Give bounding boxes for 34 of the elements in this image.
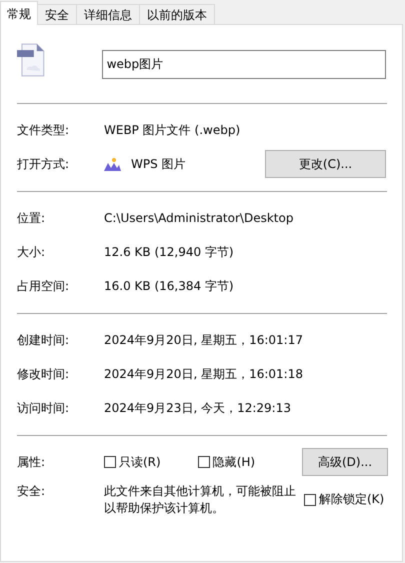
checkbox[interactable] — [104, 456, 116, 468]
checkbox-label[interactable]: 隐藏(H) — [212, 454, 256, 470]
field-value: 2024年9月20日, 星期五，16:01:18 — [104, 366, 304, 382]
field-label: 安全: — [17, 483, 46, 500]
change-button[interactable]: 更改(C)... — [265, 150, 386, 178]
field-label: 打开方式: — [17, 156, 70, 172]
checkbox-label[interactable]: 解除锁定(K) — [319, 491, 384, 508]
tab[interactable]: 以前的版本 — [139, 4, 215, 24]
field-value: WEBP 图片文件 (.webp) — [104, 122, 242, 138]
tab[interactable]: 安全 — [37, 4, 77, 24]
security-message: 此文件来自其他计算机，可能被阻止以帮助保护该计算机。 — [104, 483, 297, 517]
tab[interactable]: 详细信息 — [76, 4, 140, 24]
file-name-field[interactable]: webp图片 — [102, 50, 386, 78]
field-label: 属性: — [17, 454, 46, 470]
field-value: C:\Users\Administrator\Desktop — [104, 211, 294, 225]
field-label: 大小: — [17, 244, 46, 260]
field-value: 16.0 KB (16,384 字节) — [104, 278, 235, 294]
field-value: 12.6 KB (12,940 字节) — [104, 244, 235, 260]
app-name: WPS 图片 — [131, 156, 186, 172]
field-label: 访问时间: — [17, 400, 70, 416]
checkbox[interactable] — [304, 494, 316, 506]
field-value: 2024年9月23日, 今天，12:29:13 — [104, 400, 292, 416]
field-value: 2024年9月20日, 星期五，16:01:17 — [104, 332, 304, 348]
file-icon — [17, 43, 47, 77]
field-label: 占用空间: — [17, 278, 70, 294]
tab[interactable]: 常规 — [0, 1, 38, 25]
field-label: 修改时间: — [17, 366, 70, 382]
advanced-button[interactable]: 高级(D)... — [302, 448, 388, 476]
checkbox-label[interactable]: 只读(R) — [119, 454, 161, 470]
field-label: 位置: — [17, 210, 46, 226]
checkbox[interactable] — [198, 456, 210, 468]
field-label: 文件类型: — [17, 122, 70, 138]
app-icon — [104, 158, 121, 170]
field-label: 创建时间: — [17, 332, 70, 348]
